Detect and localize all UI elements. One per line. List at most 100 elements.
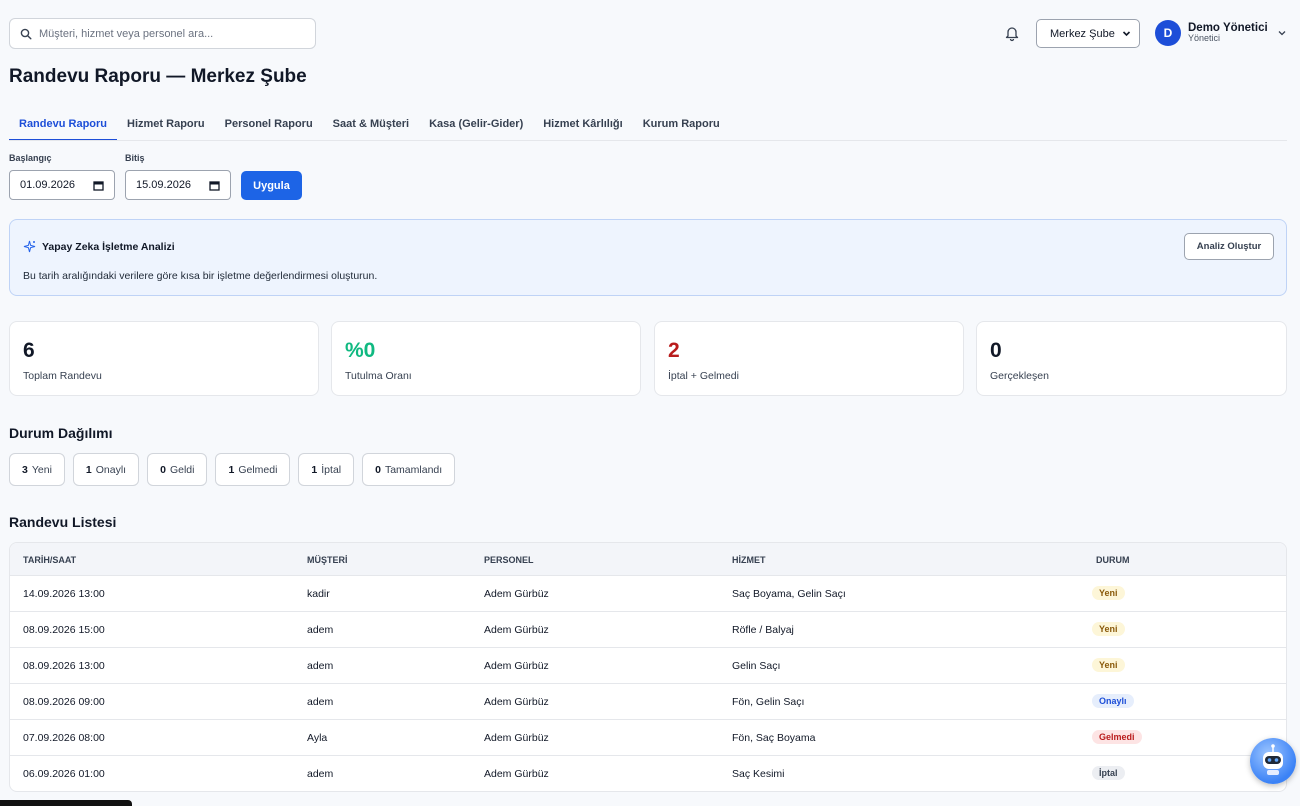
cell-service: Röfle / Balyaj bbox=[732, 624, 794, 636]
status-distribution-title: Durum Dağılımı bbox=[9, 425, 113, 441]
table-row[interactable]: 06.09.2026 01:00 adem Adem Gürbüz Saç Kesim… bbox=[10, 756, 1286, 791]
stat-value: 0 bbox=[990, 339, 1002, 362]
tab-hour-customer[interactable]: Saat & Müşteri bbox=[323, 113, 419, 141]
chip-label: Onaylı bbox=[95, 463, 127, 476]
chip-label: Tamamlandı bbox=[384, 463, 443, 476]
chevron-down-icon bbox=[1122, 31, 1131, 37]
table-header: TARİH/SAAT MÜŞTERİ PERSONEL HİZMET DURUM bbox=[10, 543, 1286, 576]
ai-analysis-panel: Yapay Zeka İşletme Analizi Bu tarih aral… bbox=[9, 219, 1287, 296]
cell-customer: adem bbox=[307, 624, 334, 636]
start-date-field[interactable]: 01.09.2026 bbox=[9, 170, 115, 200]
status-badge: Yeni bbox=[1092, 586, 1125, 600]
cell-customer: Ayla bbox=[307, 732, 328, 744]
ai-panel-title: Yapay Zeka İşletme Analizi bbox=[42, 240, 175, 253]
start-date-label: Başlangıç bbox=[9, 153, 52, 163]
cell-staff: Adem Gürbüz bbox=[484, 588, 549, 600]
column-header[interactable]: PERSONEL bbox=[484, 555, 534, 565]
branch-select-value: Merkez Şube bbox=[1050, 27, 1115, 40]
column-header[interactable]: HİZMET bbox=[732, 555, 766, 565]
column-header[interactable]: DURUM bbox=[1096, 555, 1130, 565]
report-tabs: Randevu Raporu Hizmet Raporu Personel Ra… bbox=[9, 113, 730, 141]
table-row[interactable]: 08.09.2026 15:00 adem Adem Gürbüz Röfle / B… bbox=[10, 612, 1286, 648]
create-analysis-button[interactable]: Analiz Oluştur bbox=[1184, 233, 1274, 260]
cell-customer: adem bbox=[307, 696, 334, 708]
cell-datetime: 06.09.2026 01:00 bbox=[23, 768, 105, 780]
chip-count: 1 bbox=[85, 463, 92, 476]
end-date-field[interactable]: 15.09.2026 bbox=[125, 170, 231, 200]
search-box[interactable] bbox=[9, 18, 316, 49]
end-date-value: 15.09.2026 bbox=[136, 179, 192, 191]
chip-label: İptal bbox=[321, 463, 342, 476]
column-header[interactable]: MÜŞTERİ bbox=[307, 555, 348, 565]
table-row[interactable]: 07.09.2026 08:00 Ayla Adem Gürbüz Fön, Saç … bbox=[10, 720, 1286, 756]
status-badge: İptal bbox=[1092, 766, 1125, 780]
cell-staff: Adem Gürbüz bbox=[484, 696, 549, 708]
tab-service-profitability[interactable]: Hizmet Kârlılığı bbox=[533, 113, 632, 141]
column-header[interactable]: TARİH/SAAT bbox=[23, 555, 76, 565]
stat-value: 6 bbox=[23, 339, 35, 362]
status-badge: Gelmedi bbox=[1092, 730, 1142, 744]
status-chip-new[interactable]: 3 Yeni bbox=[9, 453, 65, 486]
calendar-icon[interactable] bbox=[93, 180, 104, 191]
cell-service: Fön, Saç Boyama bbox=[732, 732, 816, 744]
status-chip-completed[interactable]: 0 Tamamlandı bbox=[362, 453, 456, 486]
table-row[interactable]: 14.09.2026 13:00 kadir Adem Gürbüz Saç Boya… bbox=[10, 576, 1286, 612]
stat-label: Tutulma Oranı bbox=[345, 370, 412, 382]
tab-appointment-report[interactable]: Randevu Raporu bbox=[9, 113, 118, 141]
status-chip-cancelled[interactable]: 1 İptal bbox=[298, 453, 355, 486]
cell-customer: kadir bbox=[307, 588, 330, 600]
bell-icon[interactable] bbox=[1003, 24, 1021, 42]
cell-datetime: 08.09.2026 09:00 bbox=[23, 696, 105, 708]
chip-count: 0 bbox=[375, 463, 381, 476]
tab-service-report[interactable]: Hizmet Raporu bbox=[117, 113, 215, 141]
chip-count: 1 bbox=[311, 463, 318, 476]
bottom-bar bbox=[0, 800, 132, 806]
avatar: D bbox=[1155, 20, 1181, 46]
ai-panel-description: Bu tarih aralığındaki verilere göre kısa… bbox=[23, 270, 378, 282]
apply-button[interactable]: Uygula bbox=[241, 171, 302, 200]
stat-card-completed: 0 Gerçekleşen bbox=[976, 321, 1287, 396]
tab-institution-report[interactable]: Kurum Raporu bbox=[633, 113, 730, 141]
cell-datetime: 08.09.2026 13:00 bbox=[23, 660, 105, 672]
robot-assistant-icon[interactable] bbox=[1250, 738, 1296, 784]
tab-staff-report[interactable]: Personel Raporu bbox=[215, 113, 323, 141]
cell-service: Fön, Gelin Saçı bbox=[732, 696, 805, 708]
stat-label: Toplam Randevu bbox=[23, 370, 102, 382]
tab-cash[interactable]: Kasa (Gelir-Gider) bbox=[419, 113, 533, 141]
branch-select[interactable]: Merkez Şube bbox=[1036, 19, 1140, 48]
stat-label: İptal + Gelmedi bbox=[668, 370, 739, 382]
table-row[interactable]: 08.09.2026 09:00 adem Adem Gürbüz Fön, Geli… bbox=[10, 684, 1286, 720]
cell-datetime: 14.09.2026 13:00 bbox=[23, 588, 105, 600]
search-input[interactable] bbox=[39, 27, 299, 40]
cell-staff: Adem Gürbüz bbox=[484, 624, 549, 636]
stat-card-retention: %0 Tutulma Oranı bbox=[331, 321, 641, 396]
status-badge: Yeni bbox=[1092, 658, 1125, 672]
chip-label: Yeni bbox=[31, 463, 52, 476]
chip-label: Geldi bbox=[169, 463, 195, 476]
chevron-down-icon bbox=[1278, 31, 1286, 36]
status-chip-approved[interactable]: 1 Onaylı bbox=[72, 453, 140, 486]
stat-value: 2 bbox=[668, 339, 680, 362]
cell-staff: Adem Gürbüz bbox=[484, 732, 549, 744]
status-chip-arrived[interactable]: 0 Geldi bbox=[147, 453, 208, 486]
page-title: Randevu Raporu — Merkez Şube bbox=[9, 66, 307, 87]
cell-datetime: 08.09.2026 15:00 bbox=[23, 624, 105, 636]
cell-service: Saç Boyama, Gelin Saçı bbox=[732, 588, 846, 600]
start-date-value: 01.09.2026 bbox=[20, 179, 76, 191]
appointment-table: TARİH/SAAT MÜŞTERİ PERSONEL HİZMET DURUM… bbox=[9, 542, 1287, 792]
top-bar: Merkez Şube D Demo Yönetici Yönetici bbox=[0, 0, 1300, 66]
cell-staff: Adem Gürbüz bbox=[484, 768, 549, 780]
status-chip-noshow[interactable]: 1 Gelmedi bbox=[215, 453, 291, 486]
chip-count: 3 bbox=[22, 463, 28, 476]
user-menu[interactable]: D Demo Yönetici Yönetici bbox=[1155, 20, 1287, 46]
cell-customer: adem bbox=[307, 660, 334, 672]
chip-count: 1 bbox=[228, 463, 235, 476]
cell-service: Saç Kesimi bbox=[732, 768, 785, 780]
user-role: Yönetici bbox=[1188, 33, 1221, 44]
calendar-icon[interactable] bbox=[209, 180, 220, 191]
stat-card-cancelled: 2 İptal + Gelmedi bbox=[654, 321, 964, 396]
table-row[interactable]: 08.09.2026 13:00 adem Adem Gürbüz Gelin Saç… bbox=[10, 648, 1286, 684]
stat-card-total: 6 Toplam Randevu bbox=[9, 321, 319, 396]
appointment-list-title: Randevu Listesi bbox=[9, 514, 117, 530]
chip-label: Gelmedi bbox=[238, 463, 278, 476]
